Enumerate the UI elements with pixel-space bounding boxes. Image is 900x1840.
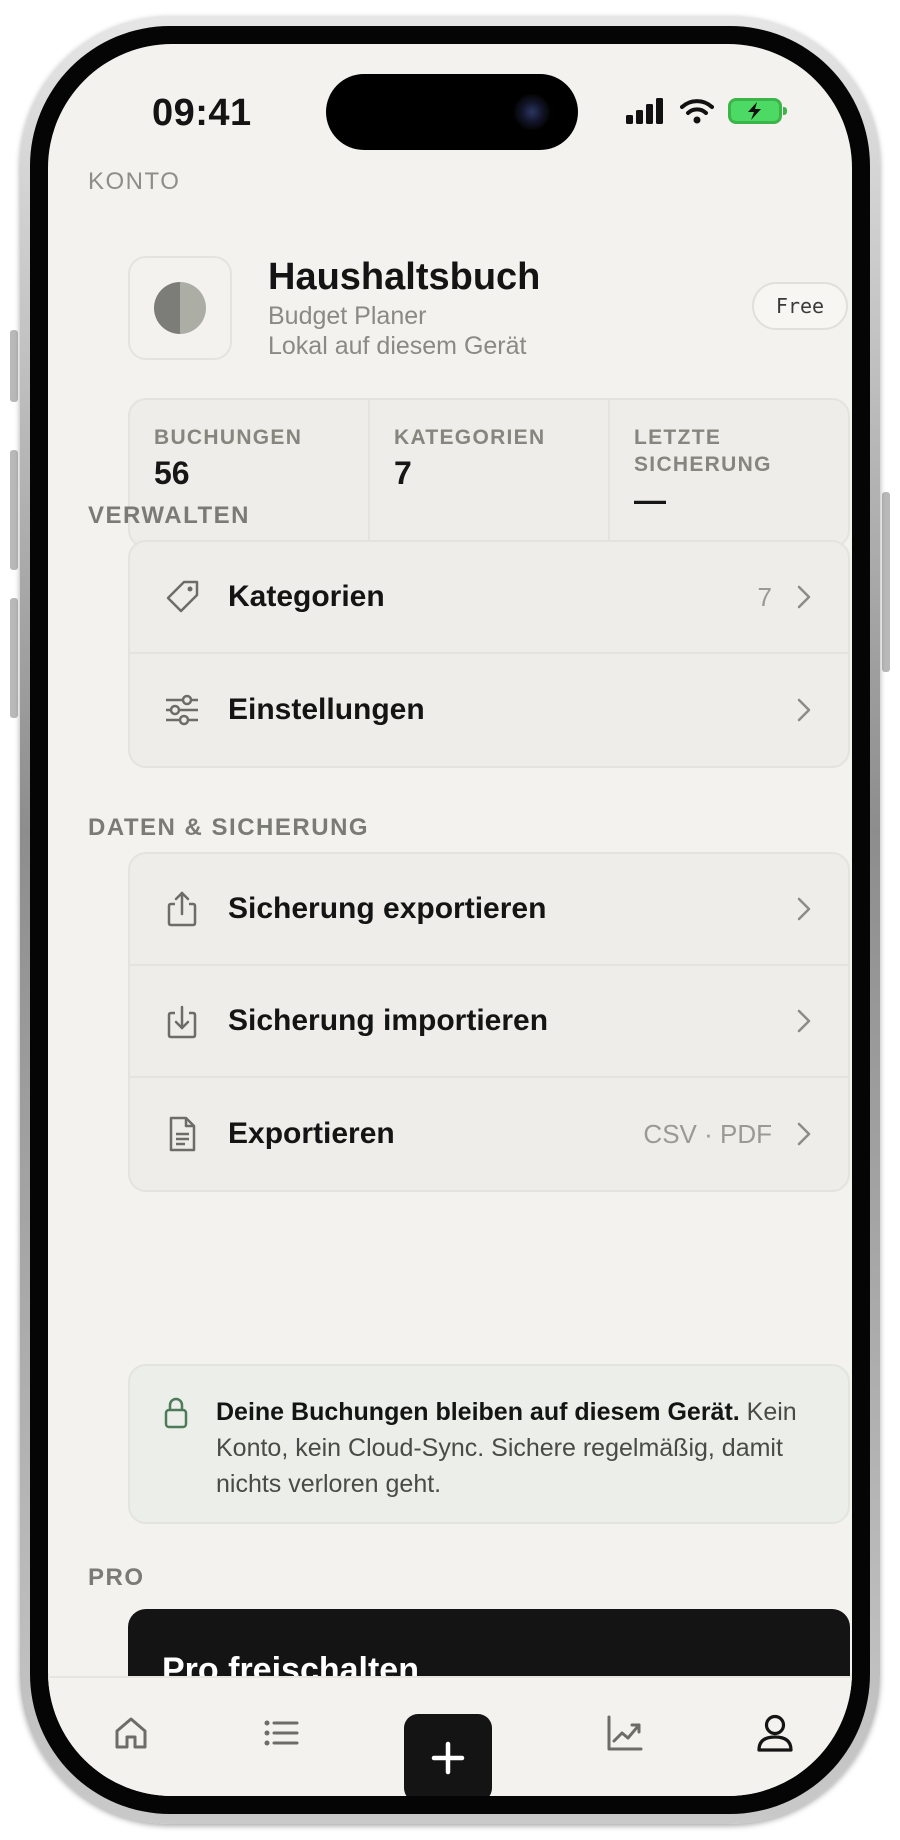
screen: 09:41 KONTO Haushaltsbuch Budget Planer … [48,44,852,1796]
row-label: Sicherung importieren [228,1004,549,1037]
privacy-note: Deine Buchungen bleiben auf diesem Gerät… [128,1364,850,1524]
add-button[interactable] [404,1714,492,1796]
status-icons [626,98,787,124]
row-settings[interactable]: Einstellungen [130,654,848,766]
dynamic-island [326,74,578,150]
home-icon [115,1717,147,1749]
camera-icon [514,94,550,130]
volume-up-button [10,450,18,570]
battery-icon [728,98,787,124]
row-meta: CSV · PDF [643,1118,772,1149]
tab-statistics[interactable] [600,1708,650,1758]
cellular-signal-icon [626,98,663,124]
tab-home[interactable] [106,1708,156,1758]
stat-value: — [634,482,666,518]
storage-note: Lokal auf diesem Gerät [268,332,527,360]
stat-label: LETZTE SICHERUNG [634,426,772,476]
download-icon [160,999,204,1043]
profile-icon [757,1714,793,1752]
chevron-right-icon [790,583,818,611]
action-button [10,330,18,402]
tag-icon [160,575,204,619]
privacy-note-bold: Deine Buchungen bleiben auf diesem Gerät… [216,1398,740,1426]
section-label-manage: VERWALTEN [88,502,250,529]
row-meta: 7 [757,581,772,612]
app-name: Haushaltsbuch [268,256,541,298]
chevron-right-icon [790,1120,818,1148]
row-export[interactable]: Exportieren CSV · PDF [130,1078,848,1190]
status-time: 09:41 [152,92,252,134]
manage-card: Kategorien 7 Einstellungen [128,540,850,768]
row-label: Einstellungen [228,693,425,726]
plan-badge[interactable]: Free [752,282,848,330]
stat-label: KATEGORIEN [394,426,546,449]
row-label: Sicherung exportieren [228,892,547,925]
lock-icon [162,1396,190,1440]
row-export-backup[interactable]: Sicherung exportieren [130,854,848,966]
document-icon [160,1112,204,1156]
app-subtitle: Budget Planer [268,302,427,330]
sliders-icon [160,688,204,732]
chevron-right-icon [790,696,818,724]
stat-value: 56 [154,455,190,491]
power-button [882,492,890,672]
tab-profile[interactable] [750,1708,800,1758]
stat-categories: KATEGORIEN 7 [370,400,610,546]
chart-icon [607,1715,643,1751]
section-label-pro: PRO [88,1564,145,1591]
section-label-account: KONTO [88,168,181,195]
app-logo [128,256,232,360]
row-import-backup[interactable]: Sicherung importieren [130,966,848,1078]
row-categories[interactable]: Kategorien 7 [130,542,848,654]
tab-transactions[interactable] [256,1708,306,1758]
volume-down-button [10,598,18,718]
stat-value: 7 [394,455,412,491]
section-label-data-backup: DATEN & SICHERUNG [88,814,370,841]
list-icon [264,1720,299,1746]
upload-icon [160,887,204,931]
row-label: Exportieren [228,1117,395,1150]
row-label: Kategorien [228,580,385,613]
add-icon [431,1741,465,1775]
chevron-right-icon [790,895,818,923]
stat-last-backup: LETZTE SICHERUNG — [610,400,848,546]
tab-bar [48,1676,852,1796]
stat-label: BUCHUNGEN [154,426,303,449]
data-backup-card: Sicherung exportieren Sicherung importie… [128,852,850,1192]
wifi-icon [680,99,714,124]
chevron-right-icon [790,1007,818,1035]
